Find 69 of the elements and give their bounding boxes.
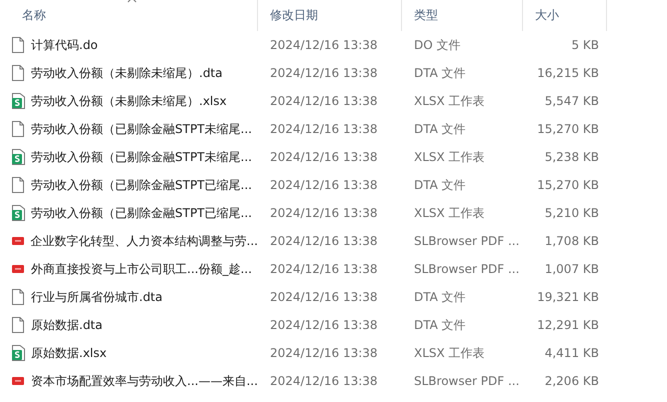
spreadsheet-icon — [12, 205, 25, 221]
column-header[interactable]: 大小 — [535, 7, 559, 24]
file-size: 1,708 KB — [544, 234, 599, 248]
modified-date: 2024/12/16 13:38 — [270, 66, 378, 80]
file-type: XLSX 工作表 — [414, 148, 485, 166]
column-header[interactable]: 修改日期 — [270, 7, 318, 24]
document-icon — [12, 289, 24, 305]
file-name[interactable]: 劳动收入份额（未剔除未缩尾）.dta — [31, 64, 222, 82]
file-size: 15,270 KB — [537, 122, 599, 136]
file-name[interactable]: 资本市场配置效率与劳动收入...——来自... — [31, 372, 258, 390]
spreadsheet-icon — [12, 93, 25, 109]
document-icon — [12, 65, 24, 81]
modified-date: 2024/12/16 13:38 — [270, 234, 378, 248]
file-size: 2,206 KB — [544, 374, 599, 388]
modified-date: 2024/12/16 13:38 — [270, 290, 378, 304]
file-name[interactable]: 原始数据.dta — [31, 316, 102, 334]
file-type: DTA 文件 — [414, 316, 466, 334]
file-type: SLBrowser PDF ... — [414, 262, 520, 276]
file-name[interactable]: 外商直接投资与上市公司职工...份额_趁... — [31, 260, 252, 278]
file-size: 15,270 KB — [537, 178, 599, 192]
file-type: DTA 文件 — [414, 64, 466, 82]
document-icon — [12, 177, 24, 193]
file-size: 5 KB — [571, 38, 599, 52]
file-size: 5,238 KB — [544, 150, 599, 164]
modified-date: 2024/12/16 13:38 — [270, 150, 378, 164]
file-type: XLSX 工作表 — [414, 344, 485, 362]
file-size: 12,291 KB — [537, 318, 599, 332]
column-header[interactable]: 类型 — [414, 7, 438, 24]
modified-date: 2024/12/16 13:38 — [270, 206, 378, 220]
spreadsheet-icon — [12, 345, 25, 361]
modified-date: 2024/12/16 13:38 — [270, 374, 378, 388]
file-name[interactable]: 原始数据.xlsx — [31, 344, 107, 362]
file-name[interactable]: 行业与所属省份城市.dta — [31, 288, 162, 306]
modified-date: 2024/12/16 13:38 — [270, 178, 378, 192]
file-type: DTA 文件 — [414, 120, 466, 138]
file-name[interactable]: 企业数字化转型、人力资本结构调整与劳... — [30, 232, 258, 250]
modified-date: 2024/12/16 13:38 — [270, 122, 378, 136]
file-type: XLSX 工作表 — [414, 204, 485, 222]
file-size: 1,007 KB — [544, 262, 599, 276]
file-name[interactable]: 劳动收入份额（未剔除未缩尾）.xlsx — [31, 92, 227, 110]
modified-date: 2024/12/16 13:38 — [270, 38, 378, 52]
column-header[interactable]: 名称 — [22, 7, 46, 24]
modified-date: 2024/12/16 13:38 — [270, 262, 378, 276]
file-type: DTA 文件 — [414, 176, 466, 194]
pdf-icon — [12, 237, 24, 245]
pdf-icon — [12, 265, 24, 273]
file-type: DTA 文件 — [414, 288, 466, 306]
pdf-icon — [12, 377, 24, 385]
file-size: 19,321 KB — [537, 290, 599, 304]
file-size: 5,547 KB — [544, 94, 599, 108]
file-name[interactable]: 劳动收入份额（已剔除金融STPT未缩尾... — [31, 120, 252, 138]
file-name[interactable]: 劳动收入份额（已剔除金融STPT已缩尾... — [31, 176, 252, 194]
file-name[interactable]: 劳动收入份额（已剔除金融STPT未缩尾... — [31, 148, 252, 166]
document-icon — [12, 121, 24, 137]
file-size: 5,210 KB — [544, 206, 599, 220]
file-type: SLBrowser PDF ... — [414, 374, 520, 388]
file-size: 16,215 KB — [537, 66, 599, 80]
file-size: 4,411 KB — [544, 346, 599, 360]
spreadsheet-icon — [12, 149, 25, 165]
document-icon — [12, 317, 24, 333]
file-name[interactable]: 计算代码.do — [31, 36, 98, 54]
document-icon — [12, 37, 24, 53]
modified-date: 2024/12/16 13:38 — [270, 318, 378, 332]
file-name[interactable]: 劳动收入份额（已剔除金融STPT已缩尾... — [31, 204, 252, 222]
file-type: XLSX 工作表 — [414, 92, 485, 110]
modified-date: 2024/12/16 13:38 — [270, 346, 378, 360]
file-type: SLBrowser PDF ... — [414, 234, 520, 248]
modified-date: 2024/12/16 13:38 — [270, 94, 378, 108]
file-type: DO 文件 — [414, 36, 460, 54]
